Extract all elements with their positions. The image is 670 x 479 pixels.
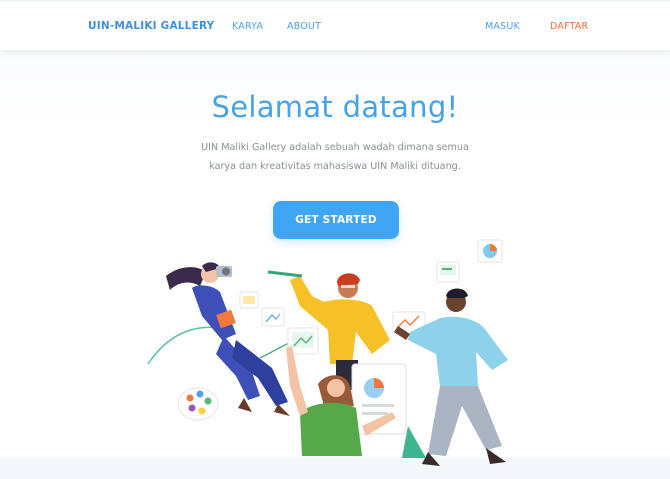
get-started-button[interactable]: GET STARTED: [273, 201, 399, 239]
brand-logo[interactable]: UIN-MALIKI GALLERY: [88, 20, 214, 32]
pie-chart-card: [477, 239, 503, 263]
paint-palette-icon: [177, 387, 219, 421]
register-link[interactable]: DAFTAR: [550, 21, 588, 32]
hero-description-line-1: UIN Maliki Gallery adalah sebuah wadah d…: [201, 142, 469, 153]
hero-title: Selamat datang!: [211, 90, 459, 124]
floating-card-2: [261, 307, 285, 327]
hero-description-line-2: karya dan kreativitas mahasiswa UIN Mali…: [209, 161, 461, 172]
navbar: UIN-MALIKI GALLERY KARYA ABOUT MASUK DAF…: [0, 0, 670, 50]
floating-card-3: [239, 291, 259, 309]
floating-card-1: [436, 261, 460, 283]
login-link[interactable]: MASUK: [485, 21, 520, 32]
nav-link-about[interactable]: ABOUT: [287, 21, 321, 32]
nav-link-karya[interactable]: KARYA: [232, 21, 263, 32]
hero-illustration: [147, 239, 508, 466]
hero-description: UIN Maliki Gallery adalah sebuah wadah d…: [185, 138, 485, 176]
